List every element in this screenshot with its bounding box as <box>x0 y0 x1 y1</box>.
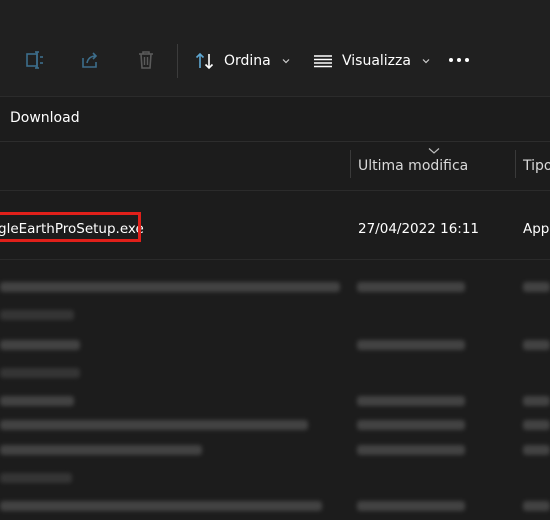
blurred-date <box>357 445 465 455</box>
view-button[interactable]: Visualizza <box>312 46 431 76</box>
blurred-type <box>523 445 550 455</box>
blurred-type <box>523 282 550 292</box>
sort-arrow-icon <box>428 148 440 154</box>
address-bar[interactable]: Download <box>0 97 550 142</box>
blurred-name <box>0 420 308 430</box>
chevron-down-icon <box>422 59 430 64</box>
blurred-date <box>357 420 465 430</box>
blurred-name <box>0 368 80 378</box>
file-modified: 27/04/2022 16:11 <box>358 221 480 237</box>
blurred-date <box>357 282 465 292</box>
rename-icon[interactable] <box>24 49 46 71</box>
share-icon[interactable] <box>79 49 101 71</box>
blurred-name <box>0 445 202 455</box>
blurred-type <box>523 501 550 511</box>
blurred-name <box>0 282 340 292</box>
blurred-name <box>0 396 74 406</box>
sort-icon <box>195 52 214 70</box>
chevron-down-icon <box>282 59 290 64</box>
sort-button[interactable]: Ordina <box>194 46 291 76</box>
blurred-type <box>523 340 550 350</box>
blurred-type <box>523 420 550 430</box>
view-label: Visualizza <box>342 53 411 69</box>
more-icon[interactable] <box>446 52 472 68</box>
breadcrumb-download[interactable]: Download <box>10 110 80 126</box>
blurred-date <box>357 501 465 511</box>
blurred-type <box>523 396 550 406</box>
toolbar-separator <box>177 44 178 78</box>
column-separator[interactable] <box>350 150 351 178</box>
column-type[interactable]: Tipo <box>523 158 550 174</box>
blurred-name <box>0 340 80 350</box>
blurred-name <box>0 501 322 511</box>
blurred-date <box>357 396 465 406</box>
highlight-box <box>0 212 141 242</box>
delete-icon[interactable] <box>135 49 157 71</box>
column-modified[interactable]: Ultima modifica <box>358 158 468 174</box>
view-list-icon <box>314 55 332 68</box>
row-divider <box>0 259 550 260</box>
sort-label: Ordina <box>224 53 271 69</box>
command-bar: Ordina Visualizza <box>0 0 550 97</box>
file-type: App <box>523 221 550 237</box>
blurred-date <box>357 340 465 350</box>
blurred-name <box>0 473 72 483</box>
blurred-name <box>0 310 74 320</box>
column-separator[interactable] <box>515 150 516 178</box>
